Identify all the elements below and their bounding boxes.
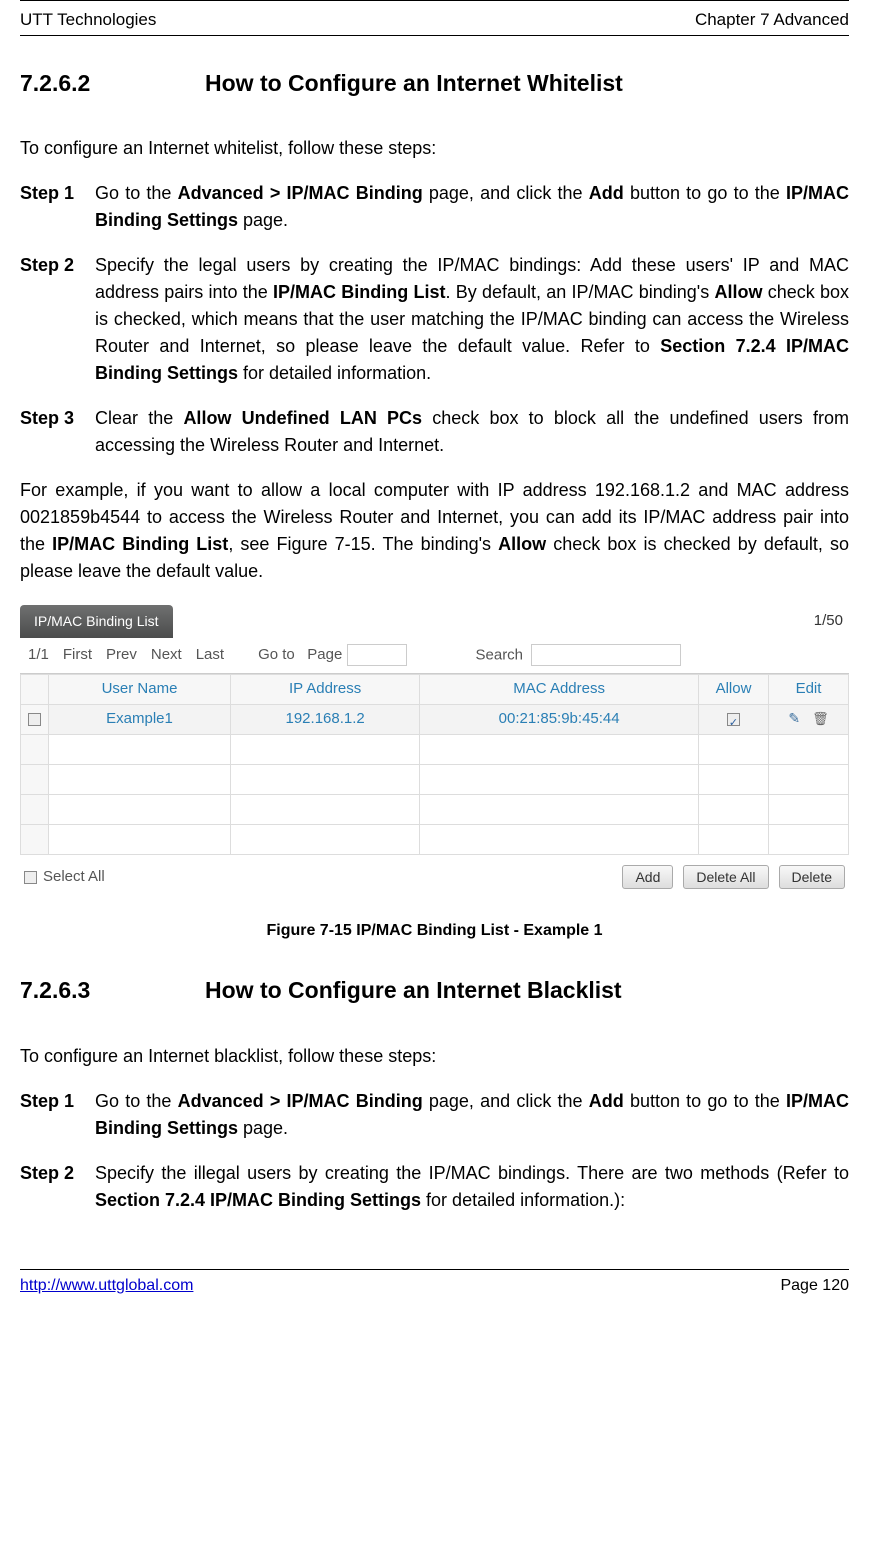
step-block: Step 1Go to the Advanced > IP/MAC Bindin…: [20, 1088, 849, 1142]
pager-next[interactable]: Next: [151, 644, 182, 667]
table-row: [21, 735, 849, 765]
step-block: Step 1Go to the Advanced > IP/MAC Bindin…: [20, 180, 849, 234]
page-header: UTT Technologies Chapter 7 Advanced: [20, 5, 849, 36]
pager-prev[interactable]: Prev: [106, 644, 137, 667]
add-button[interactable]: Add: [622, 865, 673, 889]
table-row: [21, 765, 849, 795]
intro-whitelist: To configure an Internet whitelist, foll…: [20, 135, 849, 162]
col-mac: MAC Address: [420, 675, 699, 705]
step-block: Step 2Specify the illegal users by creat…: [20, 1160, 849, 1214]
table-row: [21, 825, 849, 855]
figure-caption: Figure 7-15 IP/MAC Binding List - Exampl…: [20, 919, 849, 943]
section-title-b: How to Configure an Internet Blacklist: [205, 973, 849, 1008]
section-heading-blacklist: 7.2.6.3 How to Configure an Internet Bla…: [20, 973, 849, 1008]
col-ip: IP Address: [231, 675, 420, 705]
step-body: Go to the Advanced > IP/MAC Binding page…: [95, 180, 849, 234]
pager-last[interactable]: Last: [196, 644, 224, 667]
row-select-checkbox[interactable]: [28, 713, 41, 726]
section-heading-whitelist: 7.2.6.2 How to Configure an Internet Whi…: [20, 66, 849, 101]
ipmac-binding-list-screenshot: IP/MAC Binding List 1/50 1/1 First Prev …: [20, 605, 849, 891]
section-number-b: 7.2.6.3: [20, 973, 205, 1008]
section-number: 7.2.6.2: [20, 66, 205, 101]
step-body: Specify the legal users by creating the …: [95, 252, 849, 387]
delete-icon[interactable]: [812, 708, 829, 731]
section-title: How to Configure an Internet Whitelist: [205, 66, 849, 101]
step-label: Step 2: [20, 252, 95, 387]
footer-page: Page 120: [780, 1274, 849, 1298]
step-body: Go to the Advanced > IP/MAC Binding page…: [95, 1088, 849, 1142]
header-right: Chapter 7 Advanced: [695, 7, 849, 33]
col-select: [21, 675, 49, 705]
search-label: Search: [476, 647, 524, 664]
select-all-checkbox[interactable]: [24, 871, 37, 884]
step-label: Step 2: [20, 1160, 95, 1214]
example-paragraph: For example, if you want to allow a loca…: [20, 477, 849, 585]
page-footer: http://www.uttglobal.com Page 120: [20, 1269, 849, 1298]
page-label: Page: [307, 646, 342, 663]
step-block: Step 3Clear the Allow Undefined LAN PCs …: [20, 405, 849, 459]
binding-table: User Name IP Address MAC Address Allow E…: [20, 674, 849, 855]
step-label: Step 1: [20, 1088, 95, 1142]
edit-icon[interactable]: [788, 708, 800, 731]
header-left: UTT Technologies: [20, 7, 156, 33]
select-all-label: Select All: [43, 866, 105, 889]
delete-button[interactable]: Delete: [779, 865, 845, 889]
allow-checkbox[interactable]: [727, 713, 740, 726]
page-ratio: 1/50: [814, 610, 849, 633]
pager-row: 1/1 First Prev Next Last Go to Page Sear…: [20, 638, 849, 674]
intro-blacklist: To configure an Internet blacklist, foll…: [20, 1043, 849, 1070]
table-row: [21, 795, 849, 825]
panel-title: IP/MAC Binding List: [20, 605, 173, 638]
step-label: Step 3: [20, 405, 95, 459]
goto-label: Go to: [258, 646, 295, 663]
cell-ip: 192.168.1.2: [231, 705, 420, 735]
cell-allow: [699, 705, 769, 735]
step-label: Step 1: [20, 180, 95, 234]
search-input[interactable]: [531, 644, 681, 666]
pager-first[interactable]: First: [63, 644, 92, 667]
step-block: Step 2Specify the legal users by creatin…: [20, 252, 849, 387]
step-body: Specify the illegal users by creating th…: [95, 1160, 849, 1214]
step-body: Clear the Allow Undefined LAN PCs check …: [95, 405, 849, 459]
cell-mac: 00:21:85:9b:45:44: [420, 705, 699, 735]
col-allow: Allow: [699, 675, 769, 705]
cell-username: Example1: [49, 705, 231, 735]
col-username: User Name: [49, 675, 231, 705]
table-row: Example1192.168.1.200:21:85:9b:45:44: [21, 705, 849, 735]
footer-url[interactable]: http://www.uttglobal.com: [20, 1274, 193, 1298]
col-edit: Edit: [769, 675, 849, 705]
cell-edit: [769, 705, 849, 735]
goto-input[interactable]: [347, 644, 407, 666]
pager-current: 1/1: [28, 644, 49, 667]
delete-all-button[interactable]: Delete All: [683, 865, 768, 889]
